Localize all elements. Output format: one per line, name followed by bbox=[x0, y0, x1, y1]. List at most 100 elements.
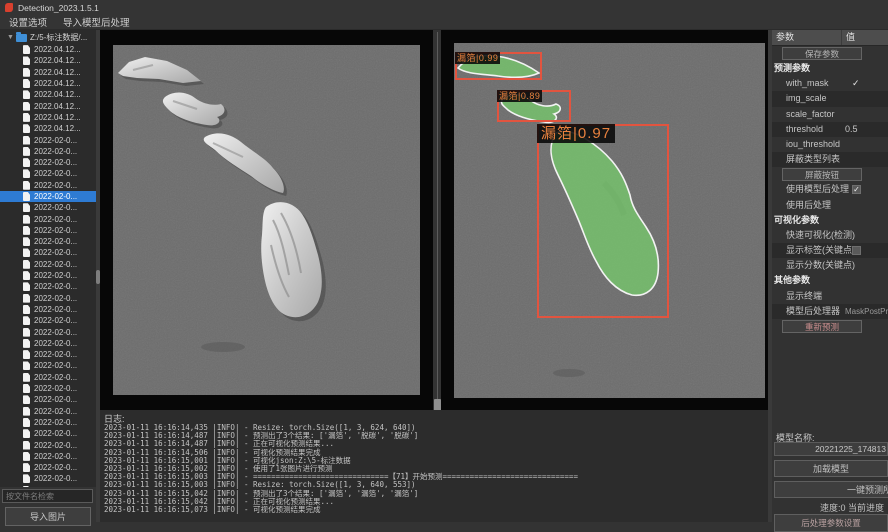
file-icon bbox=[23, 384, 30, 393]
menu-bar: 设置选项 导入模型后处理 bbox=[0, 15, 888, 30]
model-name-field[interactable]: 20221225_174813 bbox=[774, 442, 888, 456]
param-row: threshold0.5 bbox=[772, 122, 888, 137]
load-model-button[interactable]: 加载模型 bbox=[774, 460, 888, 477]
tree-item[interactable]: 2022-02-0... bbox=[0, 247, 96, 258]
tree-root[interactable]: ▼ Z:/5-标注数据/... bbox=[0, 31, 96, 44]
tree-item[interactable]: 2022.04.12... bbox=[0, 123, 96, 134]
file-tree-panel: ▼ Z:/5-标注数据/... 2022.04.12...2022.04.12.… bbox=[0, 30, 96, 487]
tree-item[interactable]: 2022-02-0... bbox=[0, 225, 96, 236]
tree-item[interactable]: 2022-02-0... bbox=[0, 191, 96, 202]
params-header: 参数 值 bbox=[772, 30, 888, 46]
postprocess-settings-button[interactable]: 后处理参数设置 bbox=[774, 514, 888, 532]
tree-item[interactable]: 2022-02-0... bbox=[0, 293, 96, 304]
tree-item-label: 2022.04.12... bbox=[34, 45, 81, 54]
tree-item-label: 2022-02-0... bbox=[34, 260, 77, 269]
tree-item[interactable]: 2022-02-0 bbox=[0, 485, 96, 487]
tree-item[interactable]: 2022.04.12... bbox=[0, 55, 96, 66]
tree-item-label: 2022-02-0... bbox=[34, 192, 77, 201]
param-button[interactable]: 屏蔽按钮 bbox=[782, 168, 862, 181]
tree-item[interactable]: 2022-02-0... bbox=[0, 383, 96, 394]
file-icon bbox=[23, 45, 30, 54]
tree-item-label: 2022-02-0... bbox=[34, 282, 77, 291]
file-icon bbox=[23, 102, 30, 111]
param-section: 其他参数 bbox=[772, 273, 888, 288]
tree-item[interactable]: 2022-02-0... bbox=[0, 326, 96, 337]
file-icon bbox=[23, 474, 30, 483]
window-title: Detection_2023.1.5.1 bbox=[18, 3, 99, 13]
tree-item[interactable]: 2022.04.12... bbox=[0, 78, 96, 89]
tree-item[interactable]: 2022-02-0... bbox=[0, 439, 96, 450]
param-row: scale_factor bbox=[772, 107, 888, 122]
tree-item[interactable]: 2022-02-0... bbox=[0, 259, 96, 270]
file-icon bbox=[23, 429, 30, 438]
param-label: 快速可视化(检测) bbox=[772, 230, 855, 240]
tree-item[interactable]: 2022-02-0... bbox=[0, 360, 96, 371]
detection-box: 漏箔|0.99 bbox=[455, 52, 542, 80]
detection-box: 漏箔|0.89 bbox=[497, 90, 571, 122]
params-header-param: 参数 bbox=[772, 30, 842, 45]
tree-item[interactable]: 2022.04.12... bbox=[0, 44, 96, 55]
tree-item-label: 2022-02-0... bbox=[34, 429, 77, 438]
tree-item[interactable]: 2022.04.12... bbox=[0, 100, 96, 111]
tree-item[interactable]: 2022-02-0... bbox=[0, 213, 96, 224]
tree-item[interactable]: 2022-02-0... bbox=[0, 315, 96, 326]
param-label: threshold bbox=[772, 124, 823, 134]
file-icon bbox=[23, 271, 30, 280]
file-icon bbox=[23, 486, 30, 487]
predict-all-button[interactable]: 一键预测所有 bbox=[774, 481, 888, 498]
tree-item[interactable]: 2022-02-0... bbox=[0, 451, 96, 462]
param-label: 显示终端 bbox=[772, 291, 822, 301]
tree-item[interactable]: 2022-02-0... bbox=[0, 304, 96, 315]
chevron-down-icon[interactable]: ▼ bbox=[7, 34, 14, 41]
tree-item[interactable]: 2022.04.12... bbox=[0, 112, 96, 123]
param-row: iou_threshold bbox=[772, 137, 888, 152]
tree-item[interactable]: 2022-02-0... bbox=[0, 157, 96, 168]
tree-item-label: 2022-02-0... bbox=[34, 328, 77, 337]
search-input[interactable] bbox=[2, 489, 93, 503]
param-checkbox-checked[interactable]: ✓ bbox=[852, 185, 861, 194]
import-images-button[interactable]: 导入图片 bbox=[5, 507, 91, 526]
panel-splitter[interactable] bbox=[437, 32, 438, 408]
tree-item[interactable]: 2022-02-0... bbox=[0, 134, 96, 145]
param-button[interactable]: 重新预测 bbox=[782, 320, 862, 333]
param-rows: 保存参数预测参数with_mask✓img_scalescale_factort… bbox=[772, 47, 888, 333]
param-checkbox-empty[interactable] bbox=[852, 246, 861, 255]
tree-item[interactable]: 2022-02-0... bbox=[0, 462, 96, 473]
param-section: 预测参数 bbox=[772, 61, 888, 76]
tree-item[interactable]: 2022-02-0... bbox=[0, 417, 96, 428]
param-row: 显示标签(关键点) bbox=[772, 243, 888, 258]
prediction-image-panel: 漏箔|0.99 漏箔|0.89 漏箔|0.97 bbox=[441, 30, 770, 410]
title-bar: Detection_2023.1.5.1 bbox=[0, 0, 888, 15]
tree-item[interactable]: 2022.04.12... bbox=[0, 89, 96, 100]
tree-item[interactable]: 2022-02-0... bbox=[0, 180, 96, 191]
file-icon bbox=[23, 113, 30, 122]
tree-item[interactable]: 2022-02-0... bbox=[0, 473, 96, 484]
tree-item-label: 2022-02-0... bbox=[34, 147, 77, 156]
param-button[interactable]: 保存参数 bbox=[782, 47, 862, 60]
tree-item[interactable]: 2022-02-0... bbox=[0, 349, 96, 360]
tree-item-label: 2022-02-0... bbox=[34, 136, 77, 145]
menu-import-postprocess[interactable]: 导入模型后处理 bbox=[63, 15, 130, 29]
tree-item-label: 2022-02-0... bbox=[34, 418, 77, 427]
file-icon bbox=[23, 237, 30, 246]
param-row: 使用模型后处理✓ bbox=[772, 182, 888, 197]
tree-item[interactable]: 2022-02-0... bbox=[0, 168, 96, 179]
tree-item[interactable]: 2022-02-0... bbox=[0, 270, 96, 281]
param-label: img_scale bbox=[772, 93, 827, 103]
tree-item-label: 2022-02-0... bbox=[34, 474, 77, 483]
tree-item[interactable]: 2022-02-0... bbox=[0, 236, 96, 247]
tree-item[interactable]: 2022-02-0... bbox=[0, 281, 96, 292]
tree-item[interactable]: 2022-02-0... bbox=[0, 428, 96, 439]
tree-item[interactable]: 2022-02-0... bbox=[0, 202, 96, 213]
param-label: with_mask bbox=[772, 78, 829, 88]
detection-label: 漏箔|0.97 bbox=[537, 124, 615, 143]
menu-settings[interactable]: 设置选项 bbox=[9, 15, 47, 29]
tree-item[interactable]: 2022-02-0... bbox=[0, 146, 96, 157]
tree-item-label: 2022-02-0... bbox=[34, 305, 77, 314]
tree-item[interactable]: 2022-02-0... bbox=[0, 394, 96, 405]
file-icon bbox=[23, 181, 30, 190]
tree-item[interactable]: 2022-02-0... bbox=[0, 406, 96, 417]
tree-item[interactable]: 2022.04.12... bbox=[0, 67, 96, 78]
tree-item[interactable]: 2022-02-0... bbox=[0, 338, 96, 349]
tree-item[interactable]: 2022-02-0... bbox=[0, 372, 96, 383]
